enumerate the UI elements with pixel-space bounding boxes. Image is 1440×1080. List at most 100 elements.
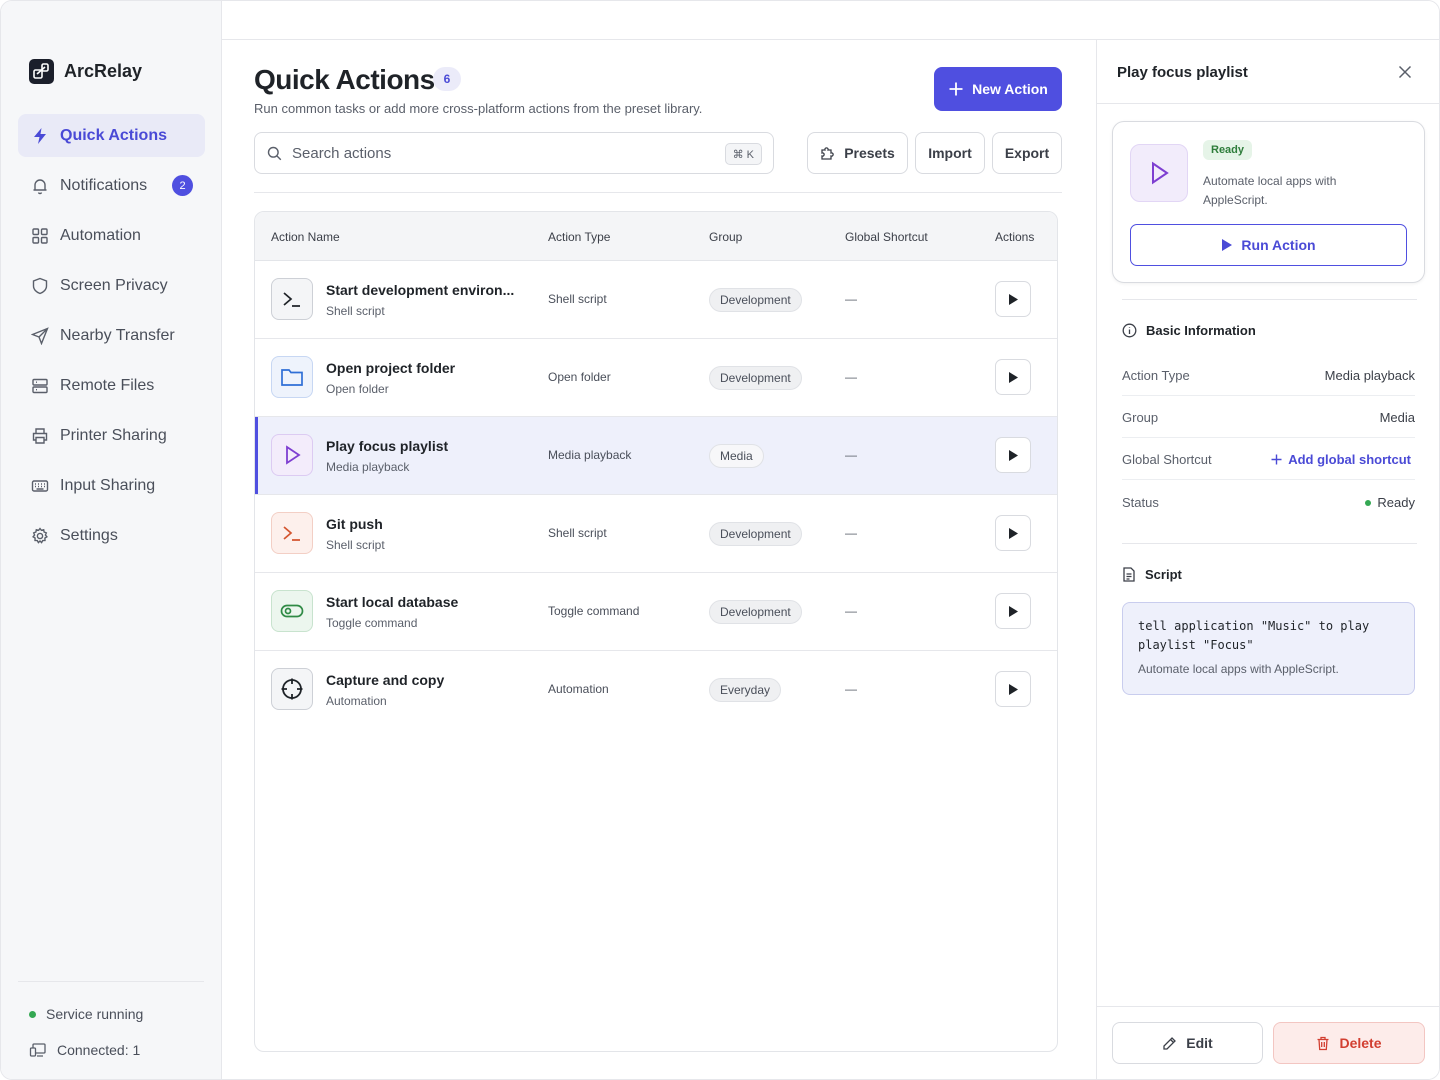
sidebar-item-label: Settings — [60, 526, 118, 544]
column-header-action-type: Action Type — [548, 230, 611, 244]
sidebar-item-nearby-transfer[interactable]: Nearby Transfer — [18, 314, 205, 357]
action-type: Open folder — [548, 370, 611, 384]
action-name: Start development environ... — [326, 282, 515, 298]
terminal-icon — [271, 512, 313, 554]
play-icon — [1222, 239, 1233, 251]
run-action-button[interactable] — [995, 359, 1031, 395]
terminal-icon — [271, 278, 313, 320]
sidebar-item-notifications[interactable]: Notifications 2 — [18, 164, 205, 207]
sidebar-item-printer-sharing[interactable]: Printer Sharing — [18, 414, 205, 457]
sidebar-item-quick-actions[interactable]: Quick Actions — [18, 114, 205, 157]
close-icon — [1398, 65, 1412, 79]
table-row[interactable]: Start local database Toggle command Togg… — [255, 573, 1057, 651]
action-description: Automate local apps with AppleScript. — [1203, 174, 1337, 207]
column-header-group: Group — [709, 230, 743, 244]
run-action-button[interactable] — [995, 281, 1031, 317]
table-row[interactable]: Start development environ... Shell scrip… — [255, 261, 1057, 339]
delete-button[interactable]: Delete — [1273, 1022, 1425, 1064]
sidebar-item-settings[interactable]: Settings — [18, 514, 205, 557]
app-window: ArcRelay Quick Actions Notifications 2 A… — [0, 0, 1440, 1080]
panel-header-divider — [1097, 103, 1439, 104]
send-icon — [31, 326, 49, 345]
sidebar-item-label: Input Sharing — [60, 476, 156, 494]
export-label: Export — [1004, 145, 1050, 161]
info-value: Media — [1379, 410, 1415, 425]
import-label: Import — [928, 145, 972, 161]
global-shortcut: — — [845, 526, 857, 540]
action-subtitle: Shell script — [326, 304, 385, 318]
toolbar-divider — [254, 192, 1062, 193]
status-badge: Ready — [1203, 140, 1253, 160]
section-divider — [1122, 299, 1417, 300]
plus-icon — [1271, 454, 1282, 465]
edit-button[interactable]: Edit — [1112, 1022, 1263, 1064]
sidebar-item-automation[interactable]: Automation — [18, 214, 205, 257]
info-key: Global Shortcut — [1122, 452, 1212, 467]
grid-icon — [32, 227, 48, 244]
add-global-shortcut-link[interactable]: Add global shortcut — [1271, 452, 1411, 467]
new-action-button[interactable]: New Action — [934, 67, 1062, 111]
run-action-button[interactable] — [995, 515, 1031, 551]
close-panel-button[interactable] — [1395, 62, 1415, 82]
global-shortcut: — — [845, 682, 857, 696]
status-dot-icon — [1365, 499, 1372, 506]
run-action-button[interactable]: Run Action — [1130, 224, 1407, 266]
add-global-shortcut-label: Add global shortcut — [1288, 452, 1411, 467]
detail-panel: Play focus playlist Ready Automate local… — [1096, 40, 1439, 1079]
server-icon — [32, 378, 48, 393]
table-row[interactable]: Open project folder Open folder Open fol… — [255, 339, 1057, 417]
connection-status-text: Connected: 1 — [57, 1042, 141, 1058]
table-row[interactable]: Git push Shell script Shell script Devel… — [255, 495, 1057, 573]
info-row-action-type: Action Type Media playback — [1122, 354, 1415, 396]
edit-label: Edit — [1186, 1035, 1213, 1051]
sidebar-item-input-sharing[interactable]: Input Sharing — [18, 464, 205, 507]
info-key: Action Type — [1122, 368, 1190, 383]
run-action-button[interactable] — [995, 593, 1031, 629]
script-preview: tell application "Music" to play playlis… — [1122, 602, 1415, 695]
run-action-button[interactable] — [995, 437, 1031, 473]
script-code: tell application "Music" to play playlis… — [1138, 619, 1370, 652]
panel-title: Play focus playlist — [1117, 64, 1248, 81]
new-action-label: New Action — [972, 81, 1048, 97]
panel-footer-divider — [1097, 1006, 1439, 1007]
presets-label: Presets — [844, 145, 895, 161]
action-type: Media playback — [548, 448, 632, 462]
sidebar-item-screen-privacy[interactable]: Screen Privacy — [18, 264, 205, 307]
table-row[interactable]: Capture and copy Automation Automation E… — [255, 651, 1057, 729]
play-icon — [1009, 293, 1018, 305]
presets-button[interactable]: Presets — [807, 132, 908, 174]
search-input[interactable] — [292, 144, 702, 162]
bolt-icon — [34, 127, 46, 144]
import-button[interactable]: Import — [915, 132, 985, 174]
notification-count-badge: 2 — [172, 175, 193, 196]
action-subtitle: Shell script — [326, 538, 385, 552]
action-name: Git push — [326, 516, 383, 532]
search-icon — [267, 146, 282, 160]
search-shortcut-hint: ⌘ K — [724, 143, 762, 165]
action-type: Shell script — [548, 526, 607, 540]
column-header-action-name: Action Name — [271, 230, 340, 244]
info-value-status: Ready — [1365, 495, 1415, 510]
status-dot-icon — [29, 1010, 36, 1018]
run-action-button[interactable] — [995, 671, 1031, 707]
play-icon — [1009, 527, 1018, 539]
column-header-actions: Actions — [995, 230, 1035, 244]
export-button[interactable]: Export — [992, 132, 1062, 174]
group-tag: Development — [709, 366, 802, 390]
keyboard-icon — [31, 479, 49, 492]
action-subtitle: Automation — [326, 694, 387, 708]
sidebar-item-remote-files[interactable]: Remote Files — [18, 364, 205, 407]
table-row-selected[interactable]: Play focus playlist Media playback Media… — [255, 417, 1057, 495]
search-box[interactable]: ⌘ K — [254, 132, 774, 174]
group-tag: Everyday — [709, 678, 782, 702]
action-name: Open project folder — [326, 360, 456, 376]
group-tag: Development — [709, 600, 802, 624]
play-icon — [1009, 371, 1018, 383]
sidebar-item-label: Nearby Transfer — [60, 326, 175, 344]
group-tag: Development — [709, 288, 802, 312]
play-icon — [1130, 144, 1188, 202]
action-type: Automation — [548, 682, 609, 696]
bell-icon — [33, 178, 47, 194]
action-type: Toggle command — [548, 604, 640, 618]
gear-icon — [32, 526, 48, 544]
